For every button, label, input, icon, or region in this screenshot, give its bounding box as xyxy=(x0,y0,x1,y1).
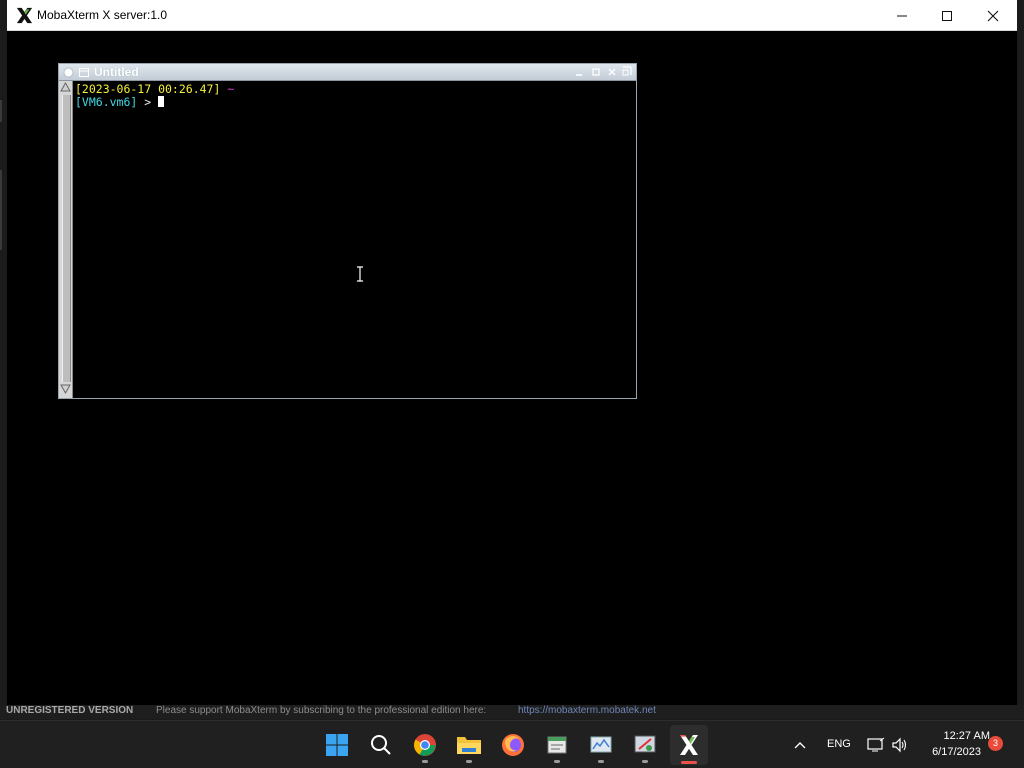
running-indicator xyxy=(642,760,648,763)
desktop-edge xyxy=(0,100,2,122)
close-icon[interactable] xyxy=(607,67,617,77)
close-icon xyxy=(987,10,999,21)
running-indicator xyxy=(554,760,560,763)
snipping-tool-taskbar-button[interactable] xyxy=(629,729,661,763)
chevron-up-icon[interactable] xyxy=(794,740,806,750)
minimize-icon[interactable] xyxy=(574,67,584,77)
x11-window-title: Untitled xyxy=(94,65,139,79)
windows-start-icon xyxy=(326,734,348,756)
search-icon xyxy=(371,735,391,755)
scroll-down-icon[interactable] xyxy=(60,383,71,394)
running-indicator xyxy=(422,760,428,763)
chrome-taskbar-button[interactable] xyxy=(409,729,441,763)
desktop-edge xyxy=(0,170,2,250)
mobaxterm-taskbar-button[interactable] xyxy=(670,725,708,765)
minimize-button[interactable] xyxy=(879,0,925,31)
notepad-taskbar-button[interactable] xyxy=(541,729,573,763)
mobaxterm-window: MobaXterm X server:1.0 Untitled [2023-06… xyxy=(7,0,1017,712)
scroll-up-icon[interactable] xyxy=(60,82,71,93)
task-manager-taskbar-button[interactable] xyxy=(585,729,617,763)
close-button[interactable] xyxy=(970,0,1016,31)
terminal-scrollbar[interactable] xyxy=(59,81,73,398)
notepad-icon xyxy=(547,736,567,754)
terminal-line: [VM6.vm6] > xyxy=(75,96,633,109)
prompt-timestamp: [2023-06-17 00:26.47] xyxy=(75,82,221,96)
support-message: Please support MobaXterm by subscribing … xyxy=(156,705,487,716)
search-button[interactable] xyxy=(365,729,397,761)
professional-edition-link[interactable]: https://mobaxterm.mobatek.net xyxy=(518,705,656,716)
x11-titlebar[interactable]: Untitled xyxy=(59,64,636,81)
file-explorer-taskbar-button[interactable] xyxy=(453,729,485,763)
active-indicator xyxy=(681,761,697,764)
mobaxterm-x-icon xyxy=(16,7,33,24)
unregistered-label: UNREGISTERED VERSION xyxy=(6,705,134,716)
firefox-taskbar-button[interactable] xyxy=(497,729,529,761)
window-icon xyxy=(79,68,89,77)
clock-time[interactable]: 12:27 AM xyxy=(918,730,990,742)
prompt-host: [VM6.vm6] xyxy=(75,95,138,109)
terminal-line: [2023-06-17 00:26.47] ~ xyxy=(75,83,633,96)
prompt-arrow: > xyxy=(144,95,152,109)
terminal-output[interactable]: [2023-06-17 00:26.47] ~ [VM6.vm6] > xyxy=(75,83,633,395)
network-icon[interactable] xyxy=(867,737,885,753)
mobaxterm-icon xyxy=(680,735,698,755)
window-title: MobaXterm X server:1.0 xyxy=(37,8,168,22)
task-manager-icon xyxy=(590,736,612,753)
window-menu-icon[interactable] xyxy=(63,67,74,78)
maximize-icon xyxy=(942,10,952,21)
running-indicator xyxy=(466,760,472,763)
prompt-path: ~ xyxy=(227,82,235,96)
snipping-tool-icon xyxy=(634,735,656,753)
volume-icon[interactable] xyxy=(891,737,909,753)
window-titlebar[interactable]: MobaXterm X server:1.0 xyxy=(7,0,1017,31)
clock-date[interactable]: 6/17/2023 xyxy=(918,746,981,758)
notification-badge[interactable]: 3 xyxy=(988,736,1003,751)
terminal-cursor xyxy=(158,96,165,107)
maximize-icon[interactable] xyxy=(591,67,601,77)
x11-window[interactable]: Untitled [2023-06-17 00:26.47] ~ [VM6.vm… xyxy=(58,63,637,399)
firefox-icon xyxy=(502,734,524,756)
resize-icon[interactable] xyxy=(622,66,633,77)
status-bar: UNREGISTERED VERSION Please support Moba… xyxy=(0,705,1024,719)
text-cursor-icon xyxy=(357,266,363,282)
input-language[interactable]: ENG xyxy=(827,738,851,750)
running-indicator xyxy=(598,760,604,763)
start-button[interactable] xyxy=(321,729,353,761)
maximize-button[interactable] xyxy=(924,0,970,31)
chrome-icon xyxy=(414,734,436,756)
taskbar: ENG 12:27 AM 6/17/2023 xyxy=(0,720,1024,768)
folder-icon xyxy=(457,737,481,754)
scrollbar-track[interactable] xyxy=(62,95,71,382)
minimize-icon xyxy=(897,15,907,16)
